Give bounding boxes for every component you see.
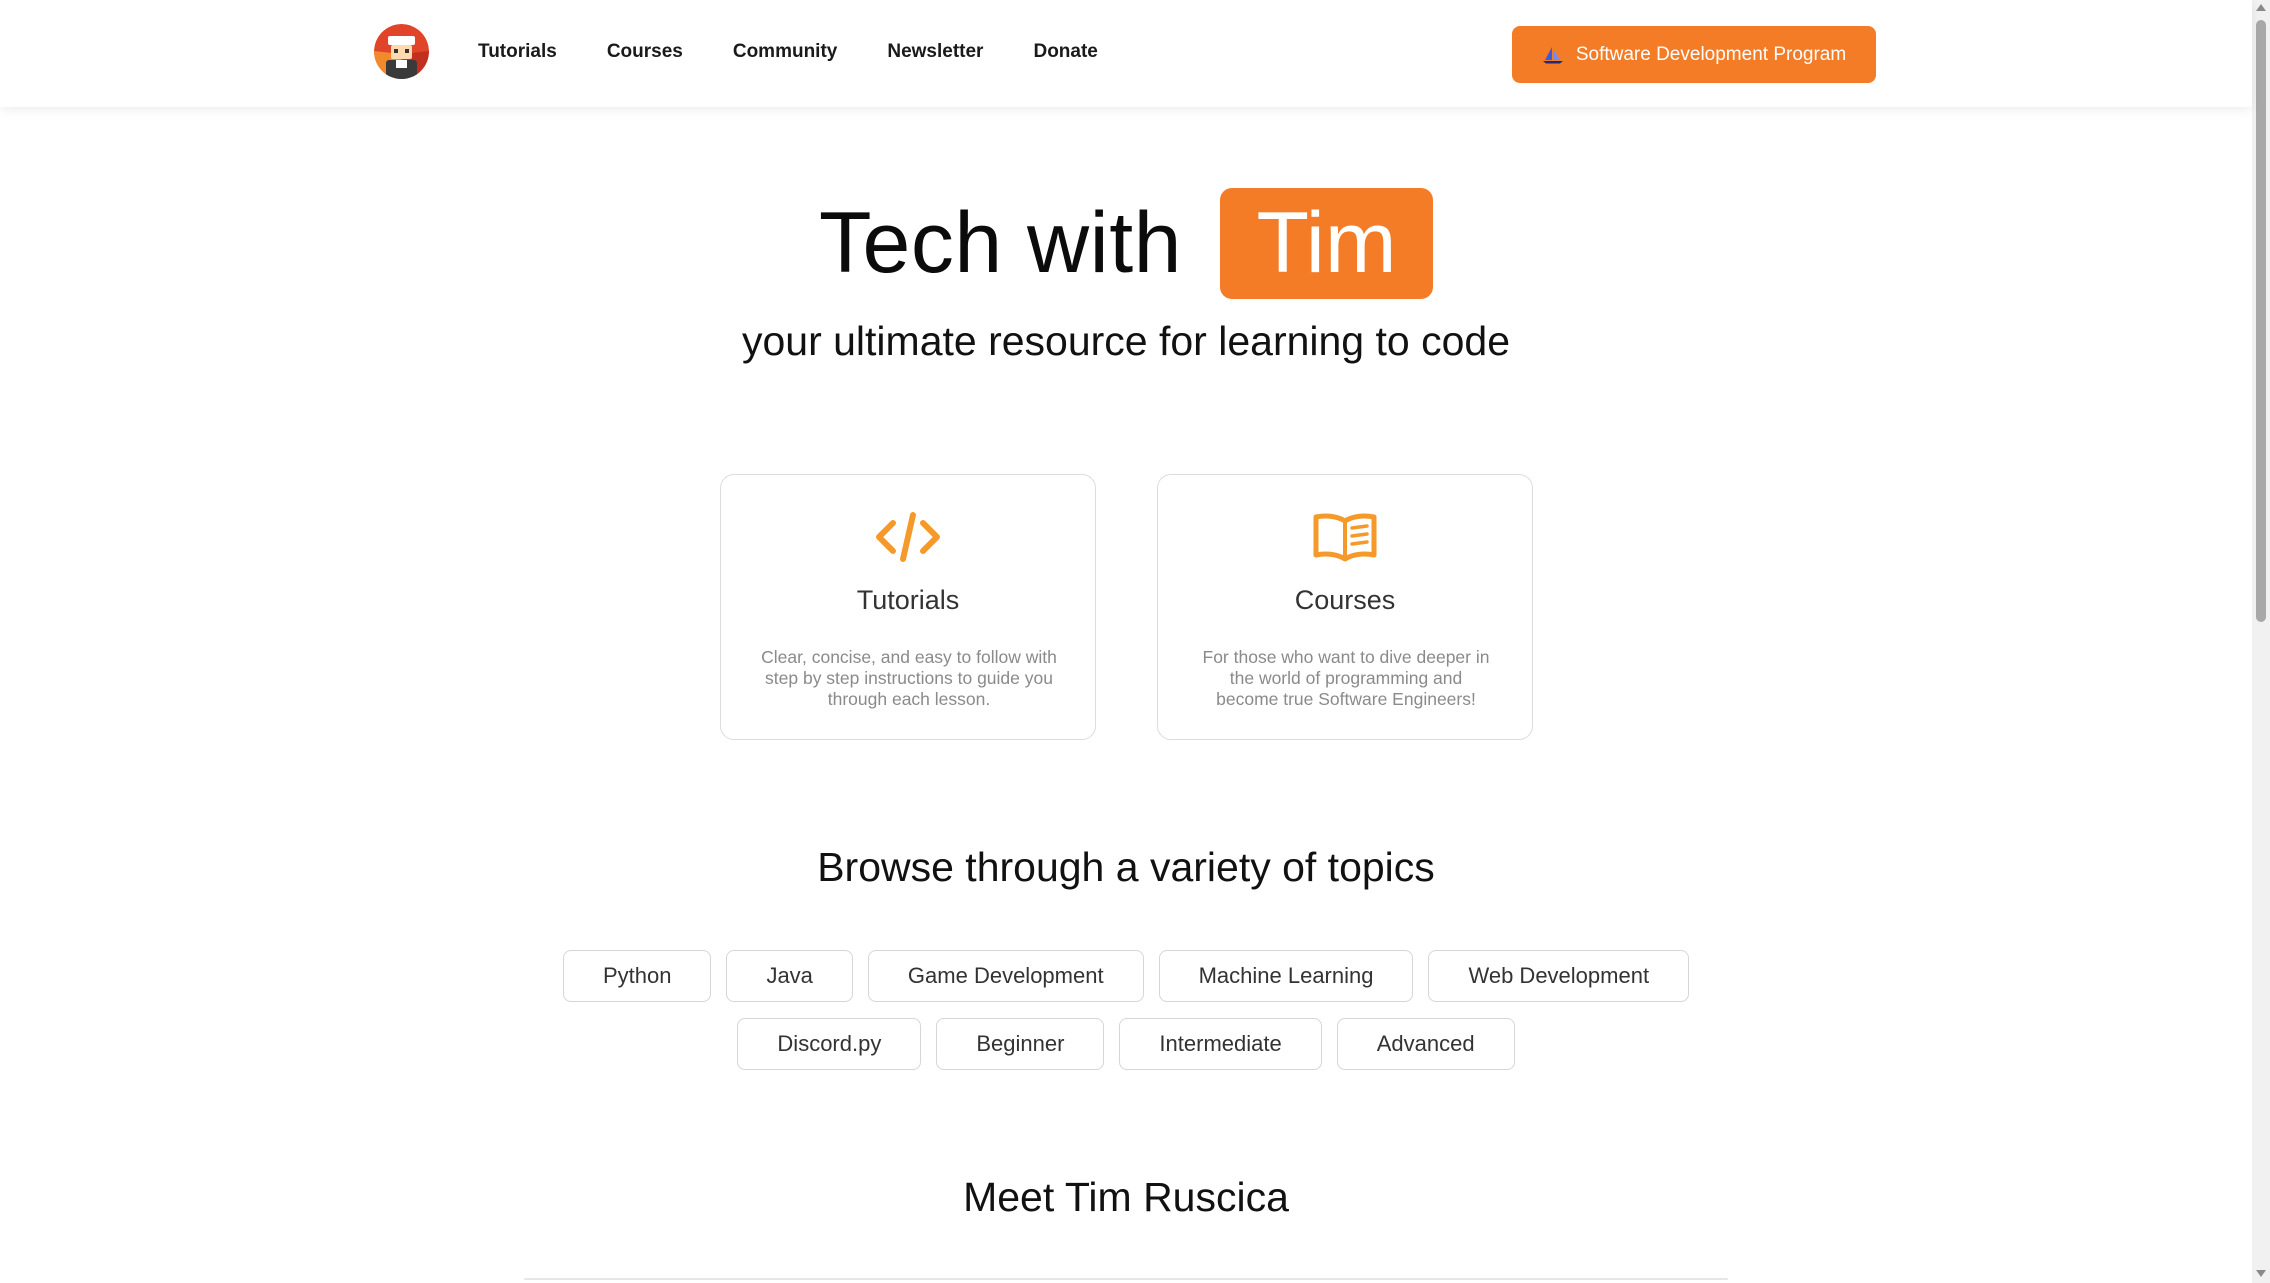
topics-list: Python Java Game Development Machine Lea… (540, 950, 1712, 1070)
robot-avatar-logo-icon (374, 24, 429, 79)
courses-card-description: For those who want to dive deeper in the… (1202, 647, 1490, 709)
code-brackets-icon (876, 512, 940, 562)
nav-donate[interactable]: Donate (1033, 41, 1097, 63)
topic-intermediate[interactable]: Intermediate (1119, 1018, 1322, 1070)
nav-community[interactable]: Community (733, 41, 838, 63)
sail-icon (1542, 46, 1563, 63)
hero-subtitle: your ultimate resource for learning to c… (741, 318, 1510, 364)
page: Tutorials Courses Community Newsletter D… (0, 0, 2270, 1283)
nav-newsletter[interactable]: Newsletter (887, 41, 983, 63)
hero-title: Tech with Tim (0, 186, 2252, 300)
tutorials-card[interactable]: Tutorials Clear, concise, and easy to fo… (720, 474, 1096, 740)
site-header: Tutorials Courses Community Newsletter D… (0, 0, 2252, 107)
courses-card-title: Courses (1294, 585, 1396, 615)
nav-tutorials[interactable]: Tutorials (478, 41, 557, 63)
courses-card[interactable]: Courses For those who want to dive deepe… (1157, 474, 1533, 740)
meet-heading: Meet Tim Ruscica (963, 1174, 1289, 1220)
site-logo[interactable] (374, 24, 429, 79)
topic-beginner[interactable]: Beginner (936, 1018, 1105, 1070)
tutorials-card-title: Tutorials (856, 585, 960, 615)
scrollbar-thumb[interactable] (2256, 20, 2266, 622)
topics-heading: Browse through a variety of topics (817, 844, 1435, 890)
scroll-up-arrow-icon[interactable] (2256, 4, 2266, 11)
section-divider (524, 1278, 1728, 1280)
hero-title-highlight: Tim (1220, 187, 1433, 299)
nav-courses[interactable]: Courses (607, 41, 683, 63)
main-nav: Tutorials Courses Community Newsletter D… (478, 41, 1148, 63)
topic-web-development[interactable]: Web Development (1428, 950, 1690, 1002)
tutorials-card-description: Clear, concise, and easy to follow with … (761, 647, 1057, 709)
topic-game-development[interactable]: Game Development (867, 950, 1144, 1002)
hero-title-main: Tech with (819, 194, 1182, 291)
scroll-down-arrow-icon[interactable] (2256, 1270, 2266, 1277)
page-scrollbar[interactable] (2252, 0, 2270, 1283)
topic-advanced[interactable]: Advanced (1336, 1018, 1515, 1070)
topic-java[interactable]: Java (726, 950, 853, 1002)
software-development-program-button[interactable]: Software Development Program (1512, 26, 1876, 83)
topic-discord-py[interactable]: Discord.py (737, 1018, 922, 1070)
cta-label: Software Development Program (1575, 43, 1847, 65)
open-book-icon (1313, 513, 1377, 562)
topic-machine-learning[interactable]: Machine Learning (1158, 950, 1414, 1002)
topic-python[interactable]: Python (562, 950, 712, 1002)
